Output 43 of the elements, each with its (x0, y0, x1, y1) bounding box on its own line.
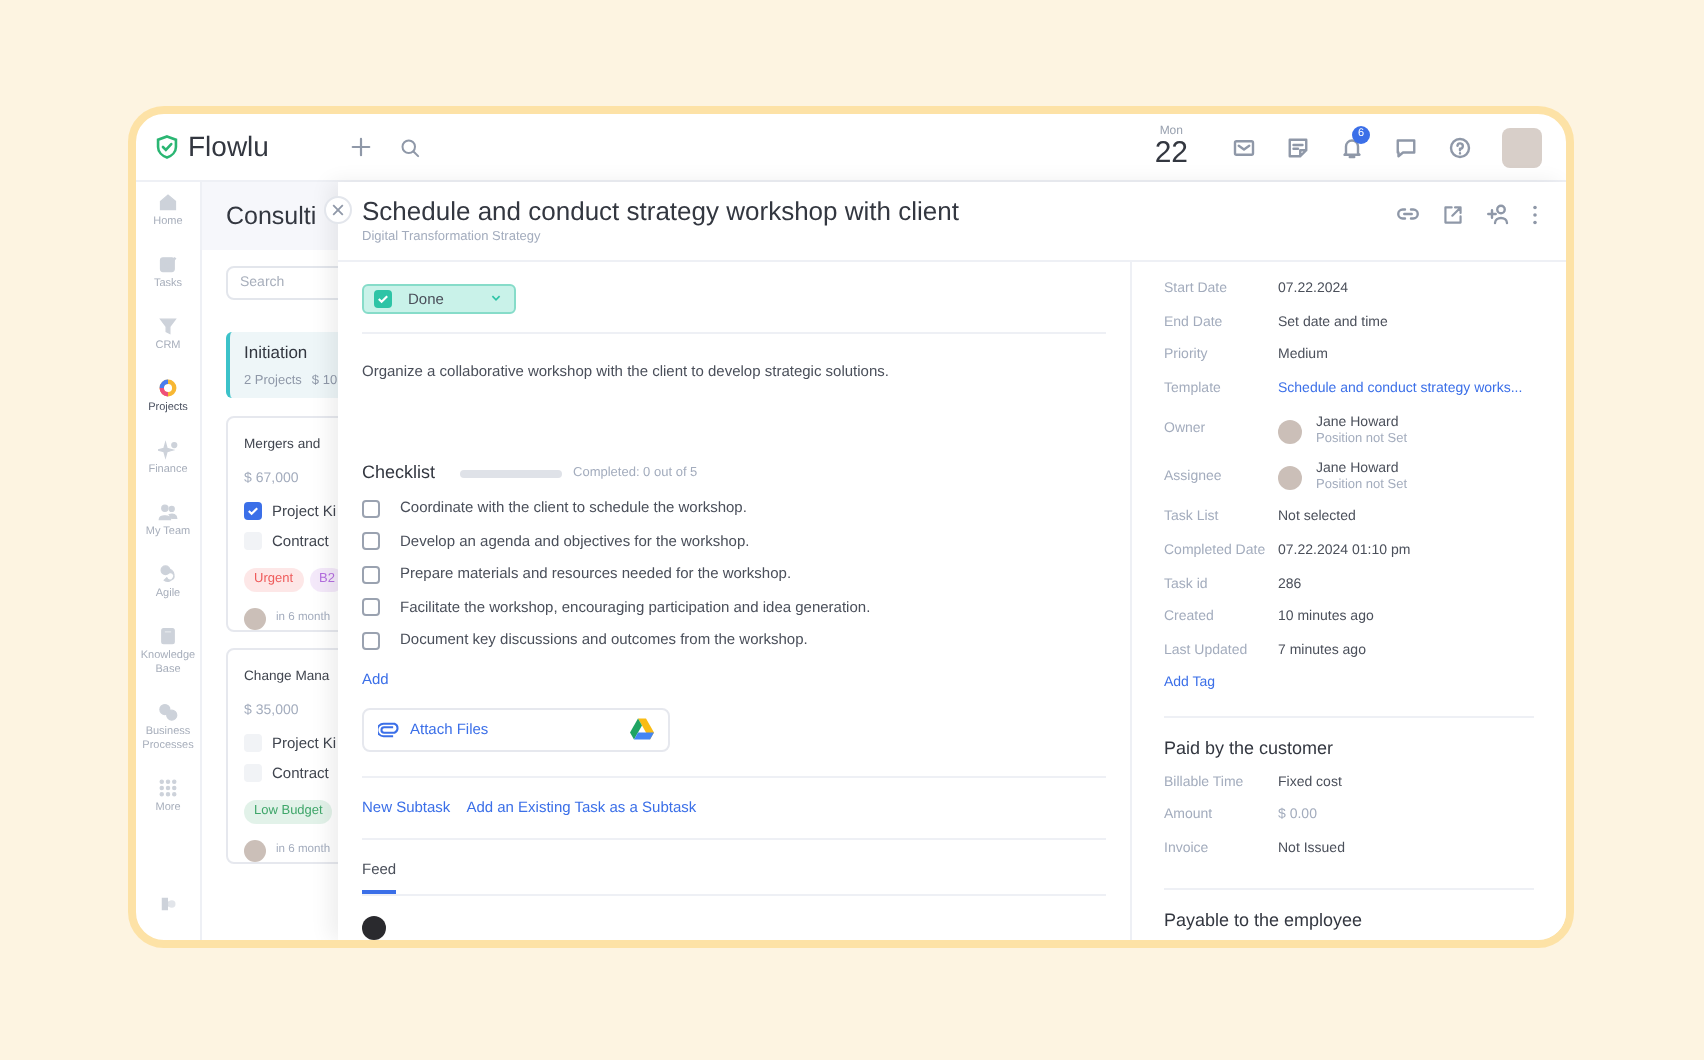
close-icon (332, 204, 344, 216)
avatar (362, 916, 386, 940)
paperclip-icon (378, 721, 400, 738)
external-link-icon[interactable] (1442, 203, 1464, 225)
sparkle-icon[interactable] (158, 440, 178, 460)
tricolor-triangle-icon[interactable] (630, 718, 654, 741)
ring-icon[interactable] (158, 378, 178, 398)
note-icon[interactable] (1286, 135, 1310, 159)
help-icon[interactable] (1448, 135, 1472, 159)
add-user-icon[interactable] (1486, 202, 1510, 226)
checklist-title: Checklist (362, 460, 436, 486)
home-icon[interactable] (158, 192, 178, 212)
mail-icon[interactable] (1232, 135, 1256, 159)
avatar (1278, 466, 1302, 491)
avatar (1278, 419, 1302, 444)
checkbox[interactable] (362, 499, 380, 517)
checkbox[interactable] (362, 631, 380, 649)
chat-icon[interactable] (1394, 135, 1418, 159)
more-icon[interactable] (1532, 203, 1538, 225)
avatar (244, 608, 266, 631)
funnel-icon[interactable] (158, 316, 178, 336)
section-title: Paid by the customer (1164, 736, 1336, 762)
day-number: 22 (1154, 138, 1188, 168)
board-title: Consulti (226, 199, 317, 234)
plus-icon[interactable] (350, 136, 373, 158)
stage-name: Initiation (244, 339, 310, 365)
shield-check-icon (154, 134, 180, 160)
app-logo: Flowlu (188, 128, 269, 166)
section-title: Payable to the employee (1164, 908, 1365, 935)
people-icon[interactable] (158, 502, 178, 522)
avatar (244, 840, 266, 863)
checkbox[interactable] (362, 532, 380, 550)
link-icon[interactable] (1396, 202, 1420, 226)
close-button[interactable] (324, 196, 352, 224)
checkbox[interactable] (362, 598, 380, 616)
search-icon[interactable] (400, 137, 421, 157)
bell-icon[interactable] (1340, 135, 1364, 159)
task-title: Schedule and conduct strategy workshop with client (362, 196, 961, 228)
book-icon[interactable] (158, 626, 178, 646)
checkbox[interactable] (362, 565, 380, 583)
grid-dots-icon[interactable] (158, 778, 178, 798)
avatar-photo-placeholder[interactable] (1502, 127, 1542, 167)
caret-icon (490, 292, 502, 305)
